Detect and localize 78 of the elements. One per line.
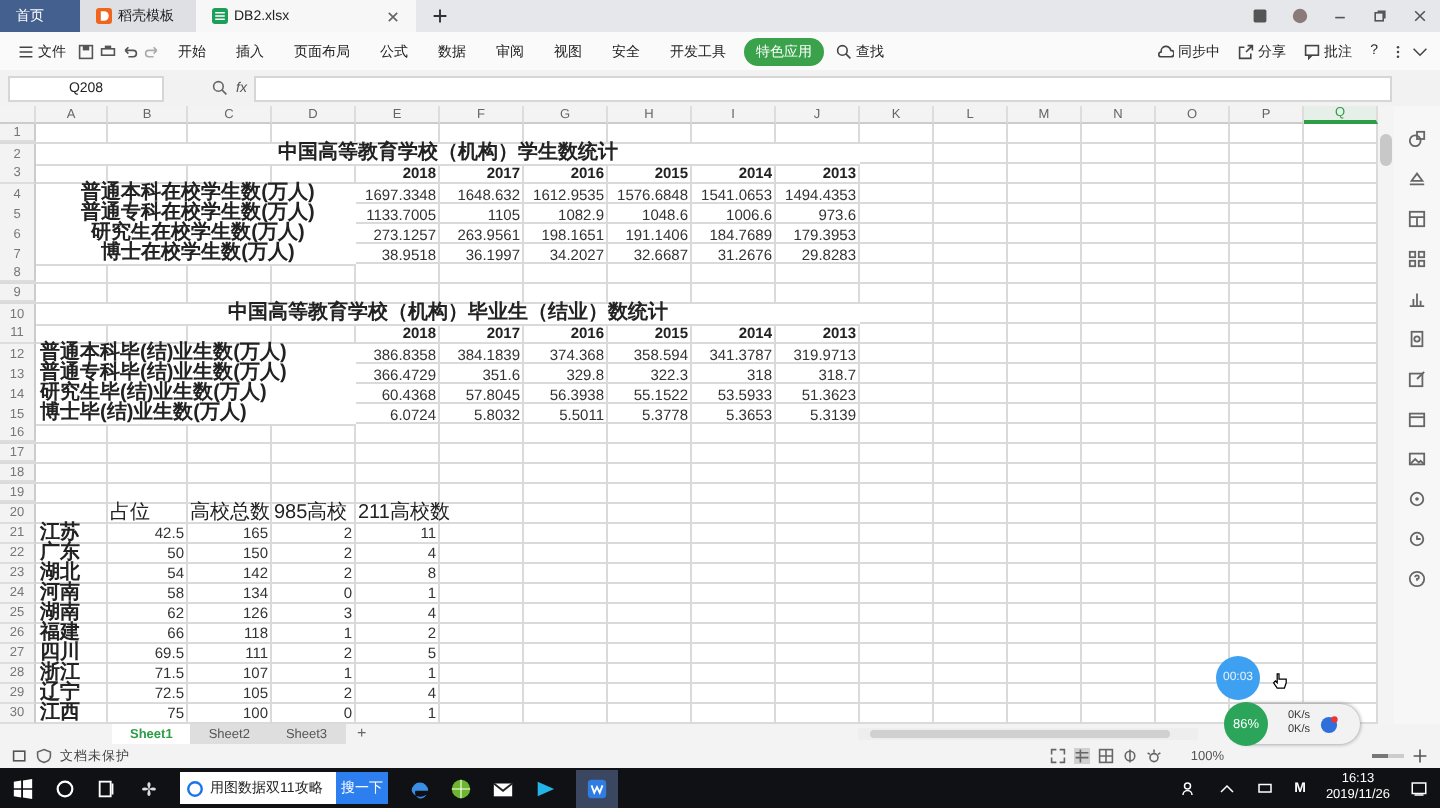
print-icon[interactable] — [100, 43, 116, 59]
add-sheet-button[interactable]: + — [345, 724, 379, 744]
fullscreen-icon[interactable] — [1050, 748, 1067, 764]
province-name: 江苏 — [40, 524, 80, 544]
mail-icon[interactable] — [492, 777, 514, 799]
comment-icon — [1304, 43, 1321, 59]
row-label: 普通本科在校学生数(万人) — [81, 184, 315, 204]
menu-icon — [18, 43, 34, 59]
save-icon[interactable] — [78, 43, 94, 59]
help-icon[interactable] — [1408, 570, 1426, 588]
close-icon[interactable] — [386, 9, 400, 23]
sheet-title: 中国高等教育学校（机构）毕业生（结业）数统计 — [228, 304, 668, 324]
wps-app-icon[interactable] — [586, 777, 608, 799]
task-view-icon[interactable] — [96, 777, 118, 799]
boost-icon[interactable] — [1320, 715, 1339, 733]
monitor-icon[interactable] — [1256, 779, 1275, 797]
search-icon[interactable] — [54, 777, 76, 799]
scroll-thumb[interactable] — [870, 730, 1171, 738]
row-label: 研究生在校学生数(万人) — [91, 224, 305, 244]
column-label: 211高校数 — [358, 504, 450, 524]
sheet-title: 中国高等教育学校（机构）学生数统计 — [278, 144, 618, 164]
province-name: 江西 — [40, 704, 80, 724]
normal-view-icon[interactable] — [1074, 748, 1091, 764]
horizontal-scrollbar[interactable] — [858, 728, 1199, 740]
box-icon[interactable] — [1252, 8, 1268, 24]
province-name: 湖北 — [40, 564, 80, 584]
edit-icon[interactable] — [1408, 370, 1426, 388]
spreadsheet-icon — [212, 8, 228, 24]
row-label: 博士毕(结)业生数(万人) — [40, 404, 247, 424]
row-label: 普通专科在校学生数(万人) — [81, 204, 315, 224]
province-name: 浙江 — [40, 664, 80, 684]
column-label: 占位 — [110, 504, 150, 524]
row-label: 博士在校学生数(万人) — [101, 244, 295, 264]
province-name: 辽宁 — [40, 684, 80, 704]
row-label: 普通本科毕(结)业生数(万人) — [40, 344, 287, 364]
globe-icon[interactable] — [450, 777, 472, 799]
avatar-icon[interactable] — [1292, 8, 1308, 24]
province-name: 河南 — [40, 584, 80, 604]
province-name: 福建 — [40, 624, 80, 644]
zoom-in-icon[interactable] — [1412, 748, 1428, 764]
shapes-icon[interactable] — [1408, 130, 1426, 148]
history-icon[interactable] — [1408, 530, 1426, 548]
zoom-icon[interactable] — [212, 80, 228, 96]
play-icon[interactable] — [534, 777, 556, 799]
page-break-icon[interactable] — [1098, 748, 1115, 764]
close-icon[interactable] — [1412, 8, 1428, 24]
hand-cursor-icon — [1270, 672, 1288, 690]
add-tab-icon[interactable] — [432, 8, 448, 24]
edge-browser-icon[interactable] — [408, 777, 430, 799]
column-label: 高校总数 — [190, 504, 270, 524]
row-label: 普通专科毕(结)业生数(万人) — [40, 364, 287, 384]
cloud-icon — [1158, 43, 1175, 59]
bar-chart-icon[interactable] — [1408, 290, 1426, 308]
box-icon[interactable] — [1408, 410, 1426, 428]
template-icon — [96, 8, 112, 24]
restore-icon[interactable] — [1372, 8, 1388, 24]
province-name: 广东 — [40, 544, 80, 564]
table-icon[interactable] — [1408, 210, 1426, 228]
scroll-thumb[interactable] — [1380, 134, 1392, 166]
province-name: 四川 — [40, 644, 80, 664]
column-label: 985高校 — [274, 504, 348, 524]
share-icon — [1238, 43, 1255, 59]
chevron-up-icon[interactable] — [1218, 779, 1237, 797]
undo-icon[interactable] — [122, 43, 138, 59]
formula-input[interactable] — [254, 75, 1392, 101]
windows-start-icon[interactable] — [12, 777, 34, 799]
grid-icon[interactable] — [1408, 250, 1426, 268]
search-icon — [836, 43, 852, 59]
person-icon[interactable] — [1180, 779, 1199, 797]
shield-icon — [36, 748, 52, 764]
document-icon[interactable] — [1408, 330, 1426, 348]
browser-icon — [186, 779, 204, 797]
province-name: 湖南 — [40, 604, 80, 624]
row-label: 研究生毕(结)业生数(万人) — [40, 384, 267, 404]
window-icon[interactable] — [12, 748, 28, 764]
collapse-icon[interactable] — [1412, 43, 1428, 59]
image-icon[interactable] — [1408, 450, 1426, 468]
notification-icon[interactable] — [1410, 779, 1428, 797]
